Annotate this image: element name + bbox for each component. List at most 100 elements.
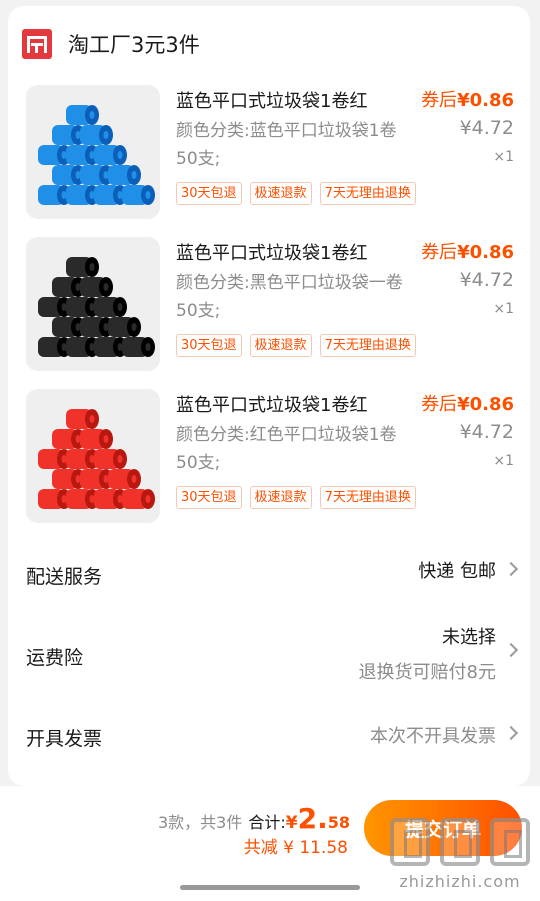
coupon-price-value: ¥0.86	[457, 242, 514, 263]
bag-roll-core	[89, 151, 95, 159]
bag-roll-core	[145, 343, 151, 351]
bag-roll-core	[61, 343, 67, 351]
invoice-label: 开具发票	[26, 728, 103, 750]
bag-roll-core	[75, 283, 81, 291]
bag-roll-core	[89, 415, 95, 423]
tag-return-30-days: 30天包退	[176, 182, 242, 205]
bag-roll-core	[61, 191, 67, 199]
shipping-insurance-sub: 退换货可赔付8元	[358, 662, 496, 683]
total-decimal: 58	[327, 813, 350, 832]
coupon-price: 券后¥0.86	[421, 390, 514, 416]
bag-roll-core	[131, 171, 137, 179]
bag-roll-core	[117, 495, 123, 503]
home-indicator[interactable]	[180, 885, 360, 890]
bag-roll-core	[145, 495, 151, 503]
product-image[interactable]	[26, 237, 160, 371]
bag-roll-core	[89, 495, 95, 503]
invoice-value[interactable]: 本次不开具发票	[370, 722, 496, 748]
quantity: ×1	[493, 301, 514, 317]
product-title[interactable]: 蓝色平口式垃圾袋1卷红	[176, 391, 367, 417]
bag-roll-core	[89, 455, 95, 463]
product-title[interactable]: 蓝色平口式垃圾袋1卷红	[176, 239, 367, 265]
coupon-price: 券后¥0.86	[421, 86, 514, 112]
bag-roll-core	[131, 475, 137, 483]
quantity: ×1	[493, 149, 514, 165]
bag-roll-core	[89, 263, 95, 271]
product-title[interactable]: 蓝色平口式垃圾袋1卷红	[176, 87, 367, 113]
bag-roll-core	[103, 435, 109, 443]
bag-roll-core	[117, 343, 123, 351]
service-tags: 30天包退 极速退款 7天无理由退换	[176, 486, 424, 509]
product-sku[interactable]: 颜色分类:蓝色平口垃圾袋1卷50支;	[176, 117, 416, 173]
bag-roll-core	[103, 475, 109, 483]
shipping-insurance-value[interactable]: 未选择	[442, 623, 496, 649]
tag-fast-refund: 极速退款	[249, 182, 312, 205]
bag-roll-core	[103, 131, 109, 139]
bag-roll-core	[75, 475, 81, 483]
delivery-label: 配送服务	[26, 566, 103, 588]
tag-return-30-days: 30天包退	[176, 486, 242, 509]
bag-roll-core	[117, 191, 123, 199]
discount-total: 共减 ¥ 11.58	[243, 838, 348, 858]
delivery-value[interactable]: 快递 包邮	[418, 557, 496, 583]
order-item[interactable]: 蓝色平口式垃圾袋1卷红 颜色分类:黑色平口垃圾袋一卷50支; 券后¥0.86 ¥…	[26, 237, 520, 371]
original-price: ¥4.72	[459, 269, 514, 291]
coupon-price-value: ¥0.86	[457, 394, 514, 415]
total-integer: 2.	[297, 802, 328, 835]
tag-fast-refund: 极速退款	[249, 334, 312, 357]
coupon-label: 券后	[421, 242, 458, 263]
total-label: 合计:	[248, 813, 286, 832]
coupon-price: 券后¥0.86	[421, 238, 514, 264]
bag-roll-core	[61, 151, 67, 159]
service-tags: 30天包退 极速退款 7天无理由退换	[176, 334, 424, 357]
product-image[interactable]	[26, 389, 160, 523]
shop-header[interactable]: 淘工厂3元3件	[22, 27, 200, 61]
bag-roll-core	[103, 283, 109, 291]
quantity: ×1	[493, 453, 514, 469]
bag-roll-core	[117, 151, 123, 159]
coupon-price-value: ¥0.86	[457, 90, 514, 111]
tag-return-30-days: 30天包退	[176, 334, 242, 357]
shop-name[interactable]: 淘工厂3元3件	[68, 29, 200, 59]
bag-roll-core	[131, 323, 137, 331]
bag-roll-core	[89, 111, 95, 119]
total-currency: ¥	[285, 813, 298, 833]
bag-roll-core	[61, 455, 67, 463]
tag-7-day-return: 7天无理由退换	[319, 486, 416, 509]
order-item[interactable]: 蓝色平口式垃圾袋1卷红 颜色分类:蓝色平口垃圾袋1卷50支; 券后¥0.86 ¥…	[26, 85, 520, 219]
coupon-label: 券后	[421, 394, 458, 415]
bag-roll-core	[89, 343, 95, 351]
garbage-bag-rolls-image	[38, 409, 155, 509]
bag-roll-core	[75, 131, 81, 139]
garbage-bag-rolls-image	[38, 105, 155, 205]
item-count: 3款，共3件	[157, 813, 243, 832]
product-sku[interactable]: 颜色分类:黑色平口垃圾袋一卷50支;	[176, 269, 416, 325]
product-sku[interactable]: 颜色分类:红色平口垃圾袋1卷50支;	[176, 421, 416, 477]
tag-7-day-return: 7天无理由退换	[319, 182, 416, 205]
bag-roll-core	[103, 171, 109, 179]
bag-roll-core	[75, 435, 81, 443]
garbage-bag-rolls-image	[38, 257, 155, 357]
bag-roll-core	[89, 191, 95, 199]
bag-roll-core	[103, 323, 109, 331]
bag-roll-core	[61, 495, 67, 503]
tag-7-day-return: 7天无理由退换	[319, 334, 416, 357]
original-price: ¥4.72	[459, 117, 514, 139]
shop-logo-icon	[22, 29, 52, 59]
bag-roll-core	[61, 303, 67, 311]
coupon-label: 券后	[421, 90, 458, 111]
original-price: ¥4.72	[459, 421, 514, 443]
order-total: 3款，共3件 合计: ¥2. 58	[158, 802, 350, 835]
bag-roll-core	[145, 191, 151, 199]
tag-fast-refund: 极速退款	[249, 486, 312, 509]
checkout-bar: 3款，共3件 合计: ¥2. 58 共减 ¥ 11.58 提交订单	[0, 786, 540, 901]
product-image[interactable]	[26, 85, 160, 219]
submit-order-button[interactable]: 提交订单	[364, 800, 522, 856]
bag-roll-core	[117, 303, 123, 311]
bag-roll-core	[75, 171, 81, 179]
service-tags: 30天包退 极速退款 7天无理由退换	[176, 182, 424, 205]
bag-roll-core	[117, 455, 123, 463]
shipping-insurance-label: 运费险	[26, 647, 84, 669]
order-item[interactable]: 蓝色平口式垃圾袋1卷红 颜色分类:红色平口垃圾袋1卷50支; 券后¥0.86 ¥…	[26, 389, 520, 523]
bag-roll-core	[89, 303, 95, 311]
